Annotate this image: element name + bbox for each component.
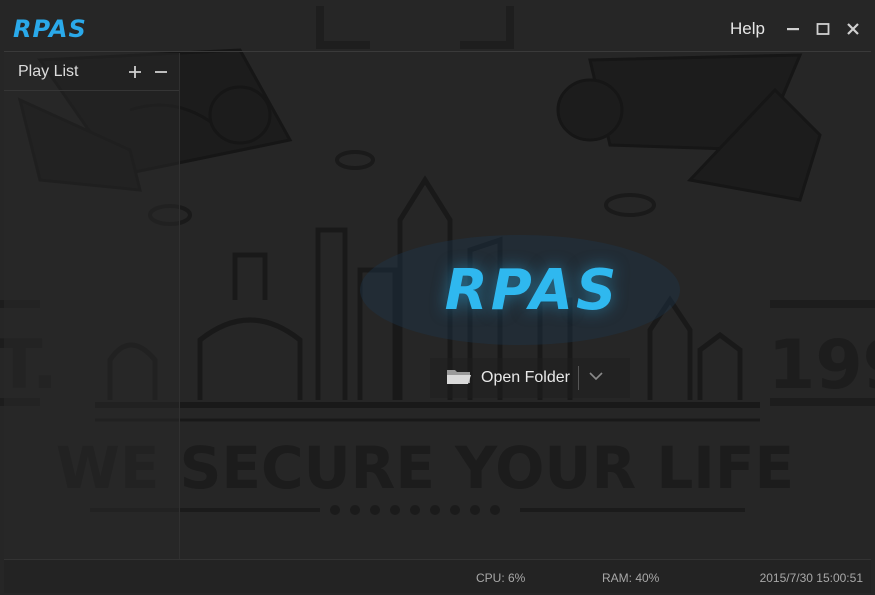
folder-icon [446, 367, 472, 390]
background-year-text: 199 [768, 326, 875, 405]
title-controls: Help [730, 19, 863, 39]
playlist-actions [127, 64, 169, 80]
close-icon[interactable] [843, 19, 863, 39]
status-bar: CPU: 6% RAM: 40% 2015/7/30 15:00:51 [4, 559, 871, 593]
title-bar: RPAS Help [4, 6, 871, 52]
open-folder-button[interactable]: Open Folder [430, 358, 578, 398]
maximize-icon[interactable] [813, 19, 833, 39]
playlist-panel: Play List [4, 53, 180, 559]
minimize-icon[interactable] [783, 19, 803, 39]
playlist-header: Play List [4, 53, 179, 91]
playlist-title: Play List [18, 62, 79, 80]
minus-icon[interactable] [153, 64, 169, 80]
status-datetime: 2015/7/30 15:00:51 [759, 571, 863, 585]
app-logo: RPAS [13, 14, 87, 43]
app-window: WE SECURE YOUR LIFE T. 199 RPAS Help [0, 0, 875, 595]
open-folder-dropdown[interactable] [579, 358, 613, 398]
open-folder-label: Open Folder [481, 369, 570, 386]
chevron-down-icon [588, 369, 604, 387]
ram-usage: RAM: 40% [602, 571, 660, 585]
plus-icon[interactable] [127, 64, 143, 80]
center-logo: RPAS [412, 255, 652, 325]
open-folder-control: Open Folder [430, 358, 630, 398]
help-menu[interactable]: Help [730, 19, 765, 39]
cpu-usage: CPU: 6% [476, 571, 526, 585]
center-logo-text: RPAS [444, 257, 620, 323]
